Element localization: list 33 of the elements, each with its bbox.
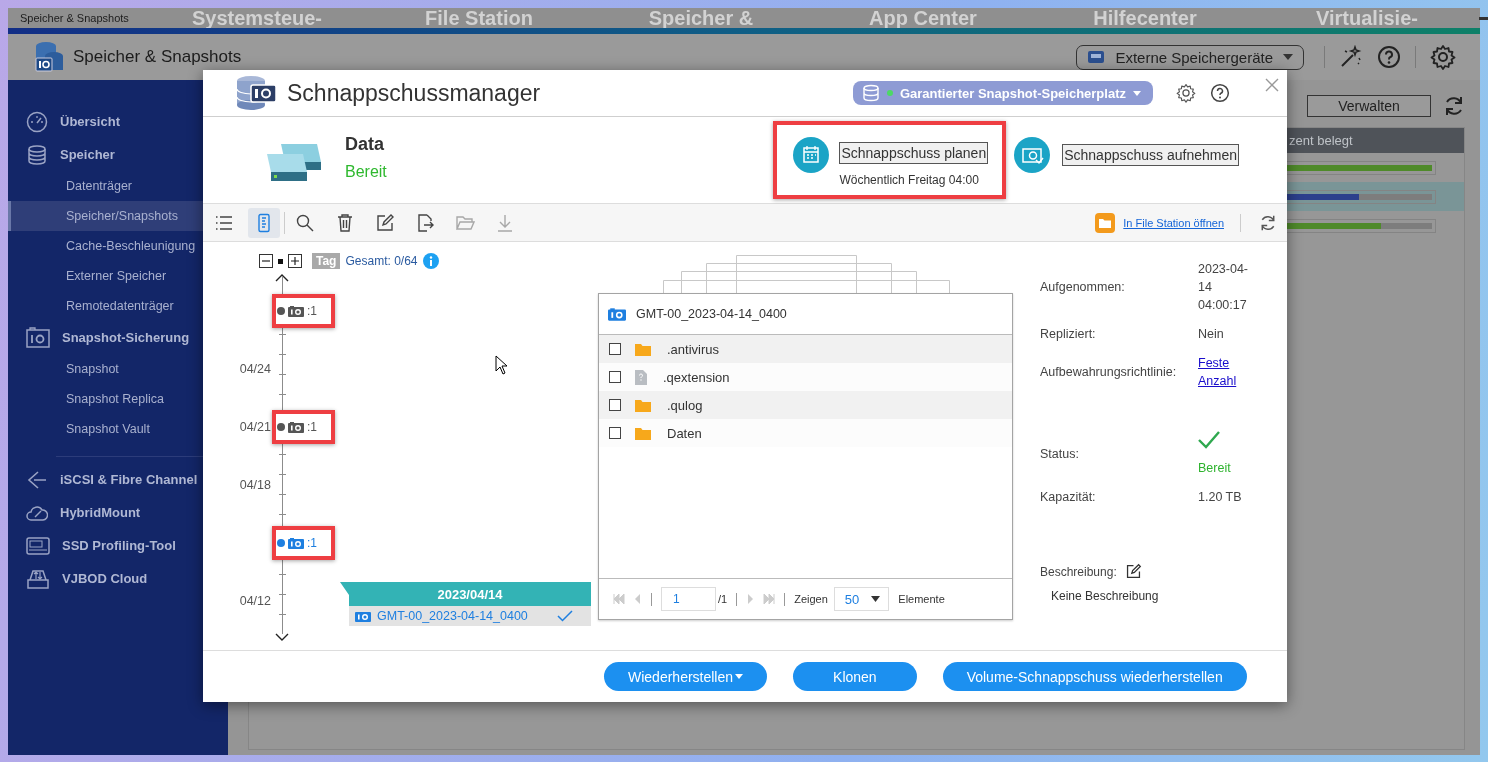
detail-label: Status: bbox=[1040, 447, 1080, 461]
file-name: .qulog bbox=[667, 397, 703, 413]
detail-label: Beschreibung: bbox=[1040, 564, 1117, 579]
date-label: 04/18 bbox=[239, 478, 271, 492]
date-group-header: 2023/04/14 bbox=[340, 582, 591, 606]
schedule-summary: Wöchentlich Freitag 04:00 bbox=[839, 173, 980, 187]
file-name: .antivirus bbox=[667, 341, 720, 357]
show-label: Zeigen bbox=[794, 593, 828, 605]
snapshot-name: GMT-00_2023-04-14_0400 bbox=[636, 307, 787, 321]
scale-unit-badge: Tag bbox=[312, 253, 341, 269]
date-label: 04/12 bbox=[239, 594, 271, 608]
page-count: /1 bbox=[718, 593, 728, 605]
volume-name: Data bbox=[345, 133, 385, 155]
file-name: .qextension bbox=[663, 369, 730, 385]
description-text: Keine Beschreibung bbox=[1051, 589, 1160, 603]
detail-value: Nein bbox=[1198, 326, 1225, 343]
dialog-title: Schnappschussmanager bbox=[287, 79, 541, 107]
date-label: 04/24 bbox=[239, 362, 271, 376]
detail-label: Aufbewahrungsrichtlinie: bbox=[1040, 365, 1178, 379]
file-name: Daten bbox=[667, 425, 702, 441]
items-label: Elemente bbox=[898, 593, 945, 605]
detail-label: Aufgenommen: bbox=[1040, 280, 1126, 294]
detail-label: Repliziert: bbox=[1040, 327, 1097, 341]
snapshot-total: Gesamt: 0/64 bbox=[345, 254, 418, 268]
app-title: Speicher & Snapshots bbox=[73, 47, 242, 67]
detail-value: 2023-04-14 04:00:17 bbox=[1198, 261, 1250, 314]
window-title: Speicher & Snapshots bbox=[19, 12, 130, 24]
detail-value: 1.20 TB bbox=[1198, 489, 1243, 506]
column-header: zent belegt bbox=[1289, 132, 1354, 150]
volume-status: Bereit bbox=[345, 162, 387, 181]
detail-value: Bereit bbox=[1198, 460, 1232, 477]
detail-label: Kapazität: bbox=[1040, 490, 1097, 504]
date-label: 04/21 bbox=[239, 420, 271, 434]
